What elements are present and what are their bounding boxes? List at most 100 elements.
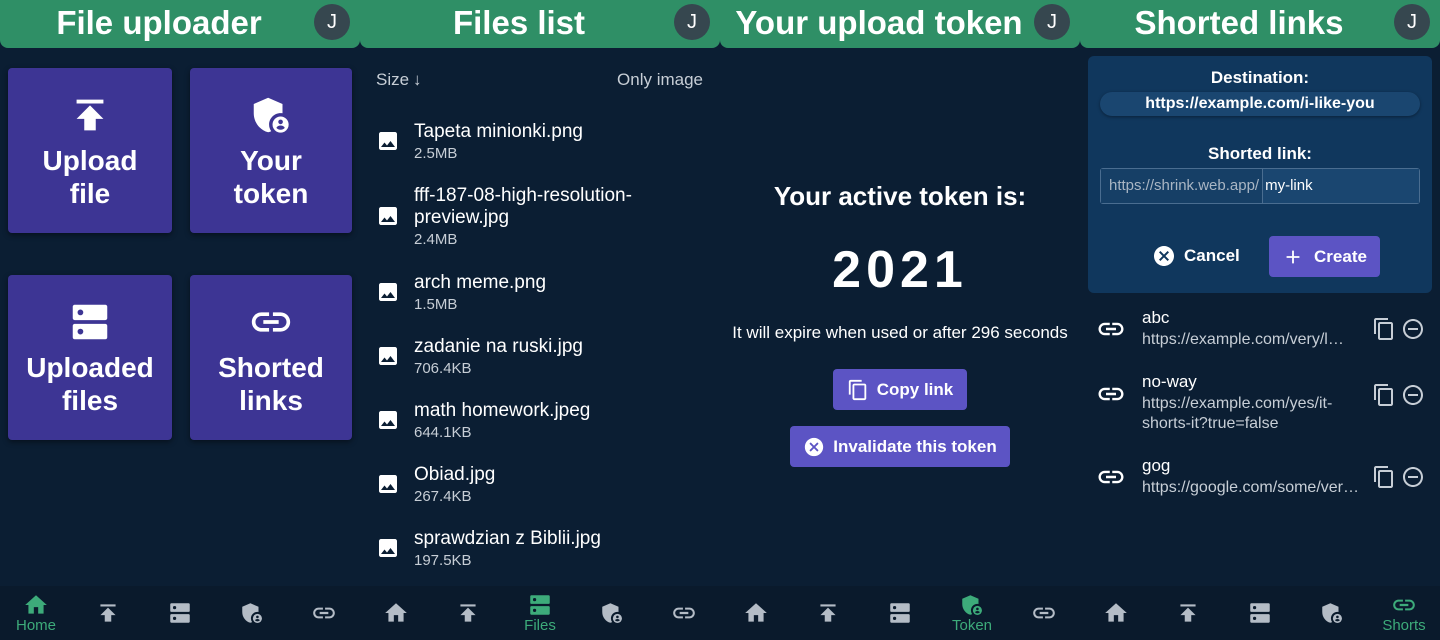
list-item[interactable]: Obiad.jpg 267.4KB (360, 452, 720, 516)
link-icon (251, 311, 291, 332)
image-icon (379, 475, 397, 493)
upload-icon (76, 99, 104, 130)
list-item[interactable]: gog https://google.com/some/ver… (1080, 454, 1440, 518)
list-item[interactable]: math homework.jpeg 644.1KB (360, 388, 720, 452)
home-icon (385, 603, 407, 622)
nav-label: Shorts (1382, 617, 1426, 634)
nav-shorts[interactable] (652, 586, 716, 640)
destination-label: Destination: (1210, 68, 1310, 87)
copy-icon[interactable] (1372, 317, 1396, 341)
copy-icon[interactable] (1372, 383, 1396, 407)
files-toolbar: Size ↓ Only image (376, 70, 704, 92)
list-item[interactable]: zadanie na ruski.jpg 706.4KB (360, 324, 720, 388)
file-name: zadanie na ruski.jpg (414, 335, 583, 357)
storage-icon (530, 595, 550, 615)
list-item[interactable]: fff-187-08-high-resolution-preview.jpg 2.… (360, 172, 720, 260)
upload-icon (100, 604, 116, 622)
image-icon (379, 411, 397, 429)
link-icon (313, 607, 335, 619)
link-icon (673, 607, 695, 619)
shield-user-icon (602, 603, 622, 623)
remove-circle-icon[interactable] (1401, 383, 1425, 407)
nav-shorts[interactable] (1012, 586, 1076, 640)
uploaded-files-tile[interactable]: Uploaded files (8, 275, 172, 440)
avatar[interactable]: J (314, 4, 350, 40)
nav-token[interactable]: Token (940, 586, 1004, 640)
image-icon (379, 283, 397, 301)
nav-upload[interactable] (1156, 586, 1220, 640)
page-title: Shorted links (1134, 4, 1344, 41)
only-image-filter[interactable]: Only image (617, 70, 703, 90)
file-name: Obiad.jpg (414, 463, 496, 485)
sort-button[interactable]: Size (376, 70, 409, 90)
tile-label: Your token (233, 144, 309, 209)
list-item[interactable]: abc https://example.com/very/l… (1080, 306, 1440, 370)
nav-token[interactable] (1300, 586, 1364, 640)
nav-upload[interactable] (796, 586, 860, 640)
link-icon (1033, 607, 1055, 619)
your-token-tile[interactable]: Your token (190, 68, 352, 233)
nav-token[interactable] (580, 586, 644, 640)
nav-shorts[interactable] (292, 586, 356, 640)
new-short-link-form: Destination: https://example.com/i-like-… (1088, 56, 1432, 293)
short-link-list: abc https://example.com/very/l… no-way h… (1080, 306, 1440, 518)
nav-files[interactable] (148, 586, 212, 640)
destination-field[interactable]: https://example.com/i-like-you (1100, 92, 1420, 116)
arrow-down-icon: ↓ (413, 70, 422, 89)
shield-user-icon (962, 595, 982, 615)
copy-icon[interactable] (1372, 465, 1396, 489)
upload-file-tile[interactable]: Upload file (8, 68, 172, 233)
nav-shorts[interactable]: Shorts (1372, 586, 1436, 640)
button-label: Create (1314, 246, 1367, 266)
nav-home[interactable] (724, 586, 788, 640)
link-icon (1098, 470, 1124, 484)
create-button[interactable]: Create (1269, 236, 1380, 277)
bottom-nav: Token (720, 586, 1080, 640)
nav-home[interactable] (364, 586, 428, 640)
bottom-nav: Home (0, 586, 360, 640)
shorted-links-tile[interactable]: Shorted links (190, 275, 352, 440)
shorted-link-field: https://shrink.web.app/ my-link (1100, 168, 1420, 204)
nav-token[interactable] (220, 586, 284, 640)
home-screen: File uploader J Upload file Your token U… (0, 0, 360, 640)
invalidate-token-button[interactable]: Invalidate this token (790, 426, 1010, 467)
copy-link-button[interactable]: Copy link (833, 369, 967, 410)
storage-icon (170, 603, 190, 623)
link-url: https://example.com/yes/it-shorts-it?tru… (1142, 395, 1333, 432)
nav-files[interactable] (868, 586, 932, 640)
cancel-button[interactable]: Cancel (1152, 236, 1240, 276)
plus-icon (1286, 250, 1300, 263)
screens-row: File uploader J Upload file Your token U… (0, 0, 1440, 640)
file-size: 644.1KB (414, 423, 472, 441)
link-icon (1393, 599, 1415, 611)
shield-user-icon (253, 97, 289, 133)
nav-home[interactable]: Home (4, 586, 68, 640)
nav-upload[interactable] (436, 586, 500, 640)
list-item[interactable]: arch meme.png 1.5MB (360, 260, 720, 324)
upload-icon (460, 604, 476, 622)
file-size: 706.4KB (414, 359, 472, 377)
file-size: 2.4MB (414, 230, 458, 248)
page-title: Your upload token (735, 4, 1023, 41)
avatar[interactable]: J (1394, 4, 1430, 40)
avatar[interactable]: J (674, 4, 710, 40)
list-item[interactable]: Tapeta minionki.png 2.5MB (360, 110, 720, 172)
storage-icon (72, 304, 108, 339)
nav-home[interactable] (1084, 586, 1148, 640)
remove-circle-icon[interactable] (1401, 317, 1425, 341)
image-icon (379, 347, 397, 365)
list-item[interactable]: sprawdzian z Biblii.jpg 197.5KB (360, 516, 720, 580)
tile-label: Upload file (42, 144, 138, 209)
list-item[interactable]: no-way https://example.com/yes/it-shorts… (1080, 370, 1440, 454)
nav-files[interactable]: Files (508, 586, 572, 640)
avatar[interactable]: J (1034, 4, 1070, 40)
remove-circle-icon[interactable] (1401, 465, 1425, 489)
upload-icon (820, 604, 836, 622)
link-name: no-way (1142, 372, 1197, 391)
nav-files[interactable] (1228, 586, 1292, 640)
image-icon (379, 539, 397, 557)
button-label: Cancel (1184, 246, 1240, 265)
cancel-circle-icon (805, 437, 824, 456)
nav-upload[interactable] (76, 586, 140, 640)
shorted-link-input[interactable]: my-link (1263, 169, 1419, 203)
